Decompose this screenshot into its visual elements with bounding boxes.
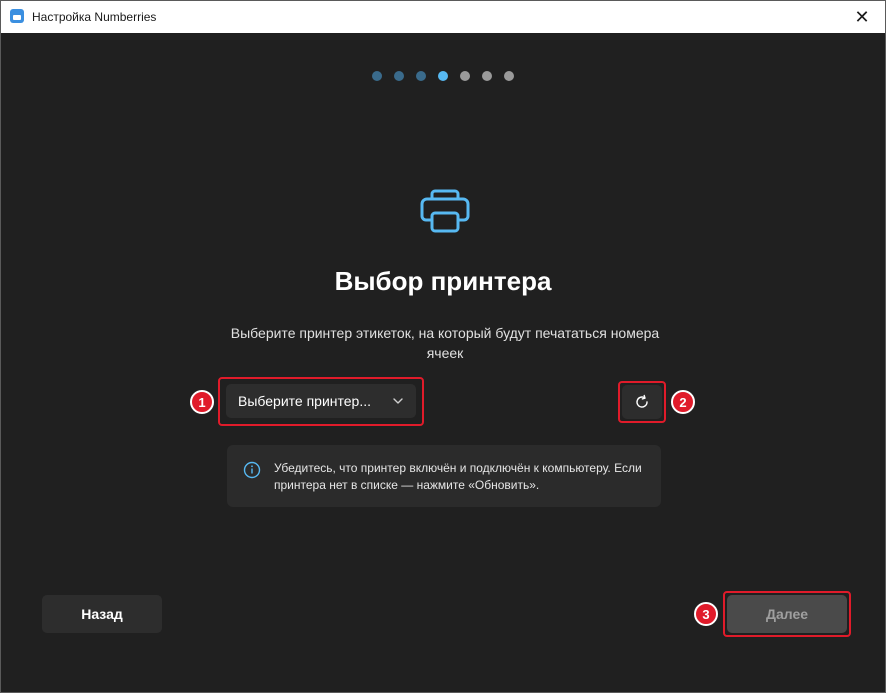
annotation-badge-2: 2 [671,390,695,414]
step-indicator [1,71,885,81]
step-dot [460,71,470,81]
printer-icon [420,189,470,233]
step-dot [504,71,514,81]
step-dot [372,71,382,81]
annotation-highlight-3 [723,591,851,637]
info-bar: Убедитесь, что принтер включён и подключ… [227,445,661,507]
app-icon [10,9,24,23]
back-button[interactable]: Назад [42,595,162,633]
close-icon: ✕ [854,6,870,27]
annotation-badge-3: 3 [694,602,718,626]
info-icon [243,461,261,479]
window-title: Настройка Numberries [32,10,157,24]
title-bar: Настройка Numberries ✕ [1,1,885,33]
step-dot [416,71,426,81]
step-dot [482,71,492,81]
step-dot [394,71,404,81]
annotation-badge-1: 1 [190,390,214,414]
page-title: Выбор принтера [334,266,552,296]
step-dot [438,71,448,81]
close-button[interactable]: ✕ [839,1,885,33]
info-message: Убедитесь, что принтер включён и подключ… [274,461,642,492]
page-subtitle: Выберите принтер этикеток, на который бу… [230,325,660,361]
annotation-highlight-2 [618,381,666,423]
annotation-highlight-1 [218,377,424,426]
setup-window: Настройка Numberries ✕ Выбор принтера Вы… [0,0,886,693]
